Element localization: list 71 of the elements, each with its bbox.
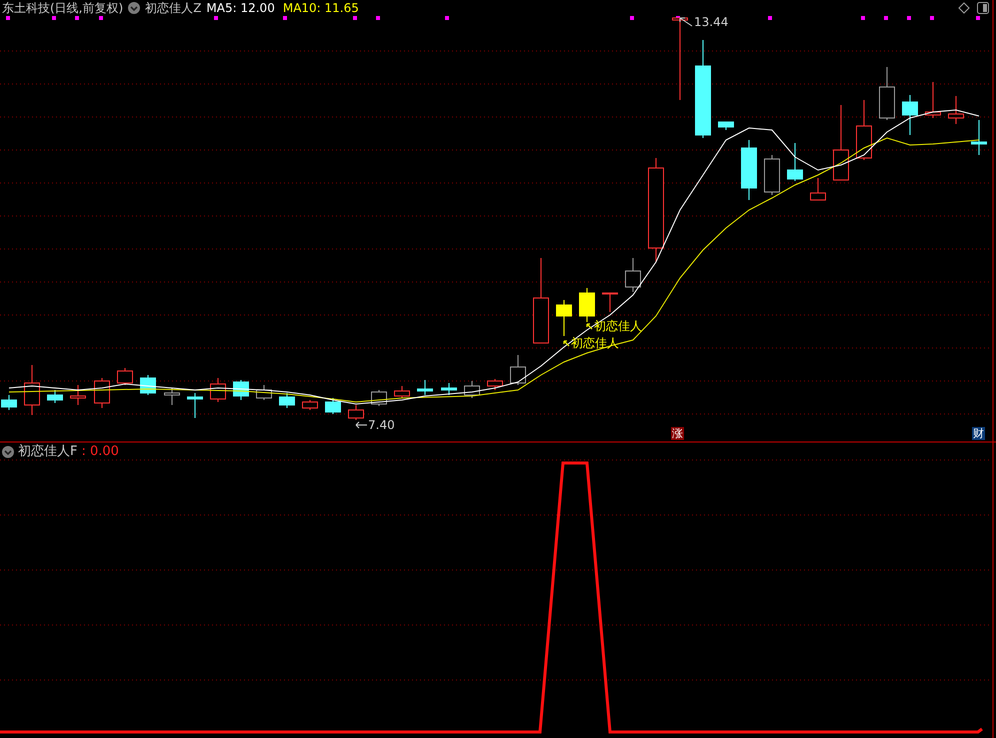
dropdown-icon[interactable] [128, 2, 140, 14]
candlestick [210, 378, 226, 402]
candlestick [787, 142, 803, 182]
candlestick [117, 368, 133, 386]
event-marker [75, 16, 79, 20]
candlestick [948, 96, 964, 124]
moving-average-reading: MA10: 11.65 [282, 0, 359, 14]
candlestick [810, 178, 826, 200]
candlestick [556, 300, 572, 336]
event-marker [214, 16, 218, 20]
indicator-name: 初恋佳人F [18, 443, 78, 462]
candlestick [47, 390, 63, 404]
candlestick [487, 378, 503, 390]
dropdown-icon[interactable] [2, 446, 14, 458]
candlestick [348, 404, 364, 420]
candlestick [856, 100, 872, 160]
candlestick [325, 398, 341, 414]
indicator-value: : 0.00 [81, 443, 119, 462]
candlestick [441, 382, 457, 396]
event-marker [930, 16, 934, 20]
event-marker [376, 16, 380, 20]
arrow-icon [355, 421, 367, 429]
diamond-icon[interactable] [958, 2, 970, 14]
event-marker [907, 16, 911, 20]
candlestick [602, 292, 618, 312]
candlestick [971, 120, 987, 156]
finance-badge: 财 [972, 427, 985, 440]
low-price-label: 7.40 [368, 417, 395, 434]
candlestick [718, 122, 734, 130]
candlestick [70, 384, 86, 406]
candlestick [879, 66, 895, 120]
candlestick [417, 380, 433, 396]
event-marker [52, 16, 56, 20]
candlestick [394, 386, 410, 398]
panel-toggle-icon[interactable] [977, 2, 989, 14]
candlestick [1, 394, 17, 410]
candlestick [187, 392, 203, 418]
candlestick [94, 378, 110, 408]
candlestick [256, 384, 272, 400]
moving-average-reading: MA5: 12.00 [206, 0, 275, 14]
arrow-icon [586, 322, 593, 330]
candlestick [579, 288, 595, 322]
candlestick [625, 258, 641, 292]
stock-title: 东土科技(日线,前复权) [2, 0, 124, 14]
event-marker [884, 16, 888, 20]
candlestick [764, 154, 780, 196]
candlestick [741, 140, 757, 200]
indicator-name: 初恋佳人Z [145, 0, 202, 14]
candlestick [902, 94, 918, 136]
event-marker [861, 16, 865, 20]
candlestick [925, 82, 941, 118]
event-marker [630, 16, 634, 20]
candlestick [233, 380, 249, 400]
event-marker [976, 16, 980, 20]
candlestick [302, 400, 318, 410]
rise-badge: 涨 [671, 427, 684, 440]
arrow-icon [563, 340, 570, 346]
event-marker [353, 16, 357, 20]
candlestick [24, 364, 40, 416]
arrow-icon [679, 17, 693, 27]
candlestick [464, 380, 480, 398]
candlestick [510, 354, 526, 386]
event-marker [445, 16, 449, 20]
event-marker [768, 16, 772, 20]
high-price-label: 13.44 [694, 14, 728, 31]
candlestick [279, 392, 295, 408]
event-marker [283, 16, 287, 20]
event-marker [6, 16, 10, 20]
event-marker [99, 16, 103, 20]
signal-label: 初恋佳人 [594, 318, 642, 335]
candlestick [164, 388, 180, 406]
